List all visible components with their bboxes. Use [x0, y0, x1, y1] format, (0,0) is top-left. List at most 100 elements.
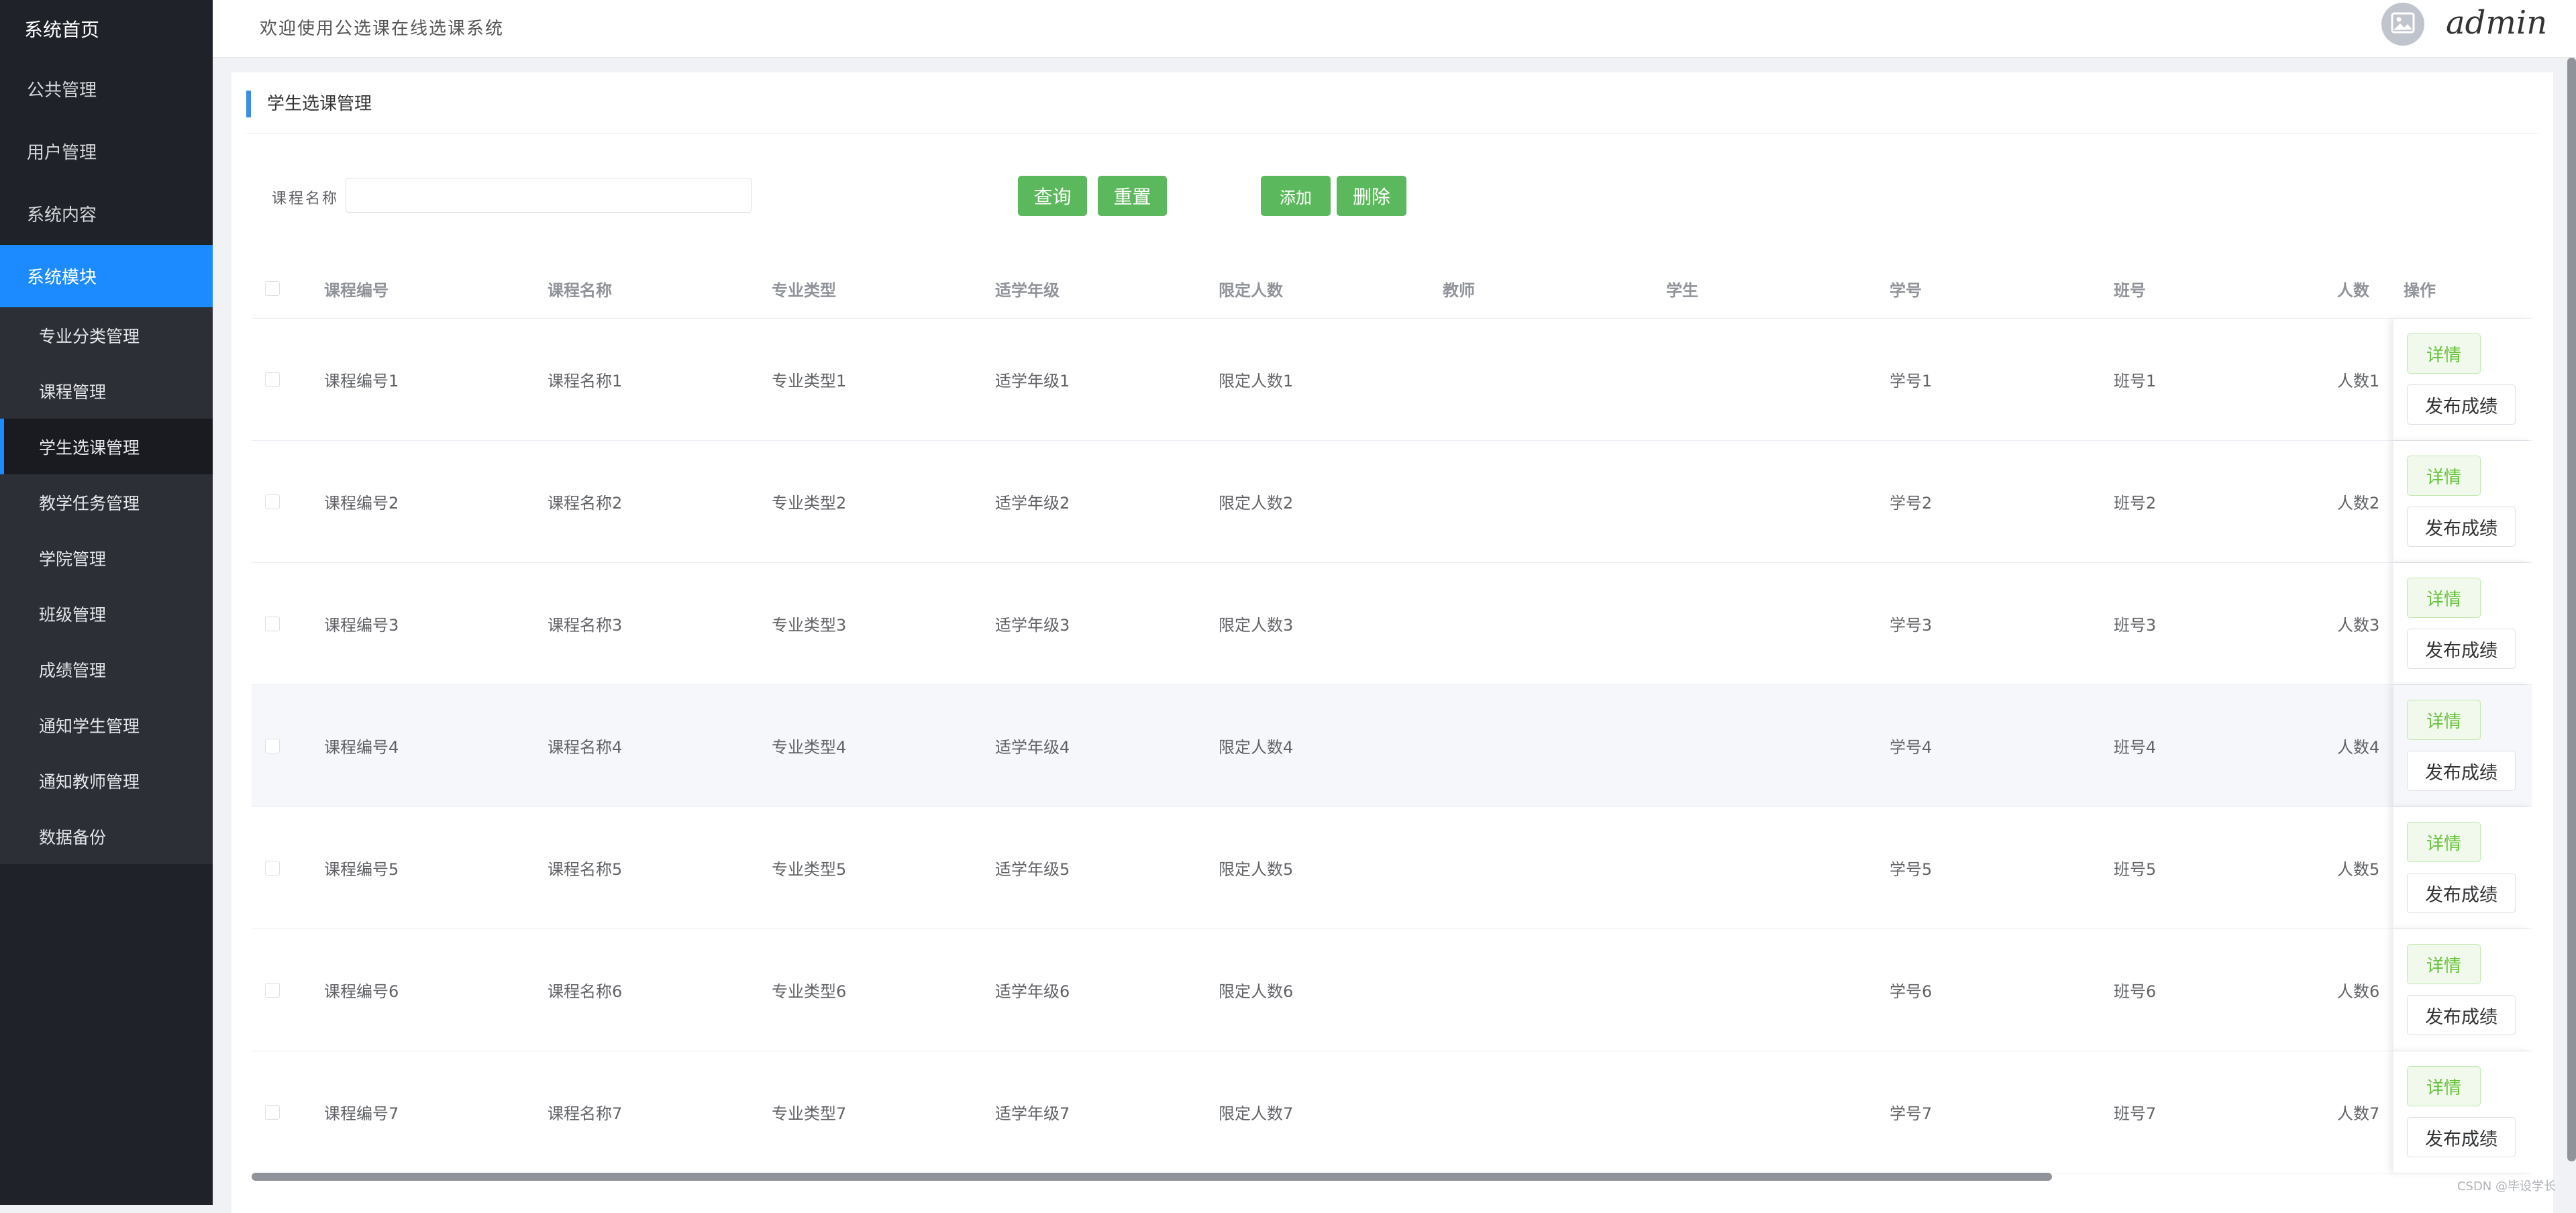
detail-button[interactable]: 详情 [2407, 456, 2481, 496]
sidebar-item-public[interactable]: 公共管理 [0, 58, 213, 120]
table-header: 课程编号 课程名称 专业类型 适学年级 限定人数 教师 学生 学号 班号 人数 操作 [252, 259, 2532, 319]
table-row[interactable]: 课程编号3 课程名称3 专业类型3 适学年级3 限定人数3 学号3 班号3 人数3 详情 发布成绩 [252, 563, 2532, 685]
sidebar-item-home[interactable]: 系统首页 [0, 0, 213, 58]
table-row[interactable]: 课程编号1 课程名称1 专业类型1 适学年级1 限定人数1 学号1 班号1 人数1 详情 发布成绩 [252, 319, 2532, 441]
cell-count: 人数4 [2337, 738, 2380, 757]
table-row[interactable]: 课程编号6 课程名称6 专业类型6 适学年级6 限定人数6 学号6 班号6 人数6 详情 发布成绩 [252, 929, 2532, 1051]
query-button[interactable]: 查询 [1018, 176, 1087, 216]
detail-button[interactable]: 详情 [2407, 1066, 2481, 1106]
cell-count: 人数5 [2337, 860, 2380, 879]
cell-course-name: 课程名称3 [548, 616, 623, 635]
avatar[interactable] [2381, 3, 2424, 46]
column-header-teacher: 教师 [1443, 280, 1475, 300]
cell-grade: 适学年级6 [995, 982, 1070, 1001]
cell-course-name: 课程名称2 [548, 494, 623, 513]
top-header: 欢迎使用公选课在线选课系统 admin [213, 0, 2576, 58]
cell-grade: 适学年级7 [995, 1104, 1070, 1123]
cell-course-name: 课程名称5 [548, 860, 623, 879]
cell-major-type: 专业类型7 [772, 1104, 847, 1123]
submenu-item-class[interactable]: 班级管理 [0, 586, 213, 641]
cell-limit: 限定人数5 [1219, 860, 1294, 879]
sidebar-item-label: 系统模块 [27, 268, 97, 288]
cell-class-no: 班号2 [2114, 494, 2157, 513]
submenu-item-student-selection[interactable]: 学生选课管理 [0, 419, 213, 474]
publish-grades-button[interactable]: 发布成绩 [2407, 629, 2516, 669]
table-row[interactable]: 课程编号5 课程名称5 专业类型5 适学年级5 限定人数5 学号5 班号5 人数5 详情 发布成绩 [252, 807, 2532, 929]
table-row[interactable]: 课程编号2 课程名称2 专业类型2 适学年级2 限定人数2 学号2 班号2 人数2 详情 发布成绩 [252, 441, 2532, 563]
submenu-item-notify-teachers[interactable]: 通知教师管理 [0, 753, 213, 808]
row-checkbox[interactable] [265, 1104, 280, 1120]
submenu-item-teaching-task[interactable]: 教学任务管理 [0, 474, 213, 530]
detail-button[interactable]: 详情 [2407, 944, 2481, 984]
cell-course-id: 课程编号6 [324, 982, 399, 1001]
submenu-item-notify-students[interactable]: 通知学生管理 [0, 697, 213, 753]
submenu-item-data-backup[interactable]: 数据备份 [0, 808, 213, 864]
cell-major-type: 专业类型6 [772, 982, 847, 1001]
publish-grades-button[interactable]: 发布成绩 [2407, 873, 2516, 913]
sidebar-item-users[interactable]: 用户管理 [0, 120, 213, 182]
select-all-checkbox[interactable] [265, 281, 280, 296]
cell-course-id: 课程编号2 [324, 494, 399, 513]
horizontal-scrollbar[interactable] [252, 1173, 2532, 1182]
submenu-item-course[interactable]: 课程管理 [0, 363, 213, 419]
cell-class-no: 班号5 [2114, 860, 2157, 879]
submenu-item-grades[interactable]: 成绩管理 [0, 641, 213, 697]
publish-grades-button[interactable]: 发布成绩 [2407, 384, 2516, 425]
column-header-course-id: 课程编号 [324, 280, 389, 300]
row-actions: 详情 发布成绩 [2393, 319, 2532, 440]
submenu-item-label: 教学任务管理 [39, 493, 140, 513]
column-header-student: 学生 [1666, 280, 1698, 300]
data-table: 课程编号 课程名称 专业类型 适学年级 限定人数 教师 学生 学号 班号 人数 操作 课程编号1 课程… [252, 259, 2532, 1173]
row-checkbox[interactable] [265, 982, 280, 998]
publish-grades-button[interactable]: 发布成绩 [2407, 995, 2516, 1035]
detail-button[interactable]: 详情 [2407, 700, 2481, 740]
detail-button[interactable]: 详情 [2407, 578, 2481, 618]
username[interactable]: admin [2446, 4, 2547, 42]
sidebar-item-label: 用户管理 [27, 143, 97, 163]
column-header-course-name: 课程名称 [548, 280, 612, 300]
row-checkbox[interactable] [265, 738, 280, 753]
cell-limit: 限定人数6 [1219, 982, 1294, 1001]
row-checkbox[interactable] [265, 494, 280, 509]
submenu-item-label: 学生选课管理 [39, 437, 140, 458]
row-checkbox[interactable] [265, 372, 280, 387]
cell-class-no: 班号1 [2114, 372, 2157, 390]
course-name-input[interactable] [346, 178, 752, 213]
cell-course-name: 课程名称7 [548, 1104, 623, 1123]
detail-button[interactable]: 详情 [2407, 333, 2481, 374]
sidebar-item-label: 系统首页 [24, 19, 100, 41]
reset-button[interactable]: 重置 [1098, 176, 1167, 216]
column-header-limit: 限定人数 [1219, 280, 1283, 300]
image-icon [2391, 12, 2415, 36]
row-checkbox[interactable] [265, 616, 280, 631]
submenu-item-label: 班级管理 [39, 604, 107, 625]
row-checkbox[interactable] [265, 860, 280, 876]
table-row[interactable]: 课程编号4 课程名称4 专业类型4 适学年级4 限定人数4 学号4 班号4 人数4 详情 发布成绩 [252, 685, 2532, 807]
publish-grades-button[interactable]: 发布成绩 [2407, 507, 2516, 547]
submenu-item-label: 成绩管理 [39, 660, 107, 680]
delete-button[interactable]: 删除 [1337, 176, 1406, 216]
table-row[interactable]: 课程编号7 课程名称7 专业类型7 适学年级7 限定人数7 学号7 班号7 人数7 详情 发布成绩 [252, 1051, 2532, 1173]
sidebar-item-modules[interactable]: 系统模块 [0, 245, 213, 307]
cell-class-no: 班号6 [2114, 982, 2157, 1001]
sidebar-item-content[interactable]: 系统内容 [0, 182, 213, 245]
divider [246, 133, 2538, 134]
horizontal-scrollbar-thumb[interactable] [252, 1173, 2052, 1181]
cell-major-type: 专业类型4 [772, 738, 847, 757]
row-actions: 详情 发布成绩 [2393, 685, 2532, 806]
cell-count: 人数6 [2337, 982, 2380, 1001]
submenu-item-label: 通知教师管理 [39, 772, 140, 792]
sidebar-item-label: 公共管理 [27, 81, 97, 101]
add-button[interactable]: 添加 [1261, 176, 1331, 216]
publish-grades-button[interactable]: 发布成绩 [2407, 751, 2516, 791]
publish-grades-button[interactable]: 发布成绩 [2407, 1117, 2516, 1157]
submenu-item-label: 数据备份 [39, 827, 107, 847]
submenu-item-major-category[interactable]: 专业分类管理 [0, 307, 213, 363]
welcome-text: 欢迎使用公选课在线选课系统 [260, 19, 505, 39]
vertical-scrollbar[interactable] [2567, 58, 2576, 1161]
submenu-item-label: 学院管理 [39, 549, 107, 569]
submenu-item-college[interactable]: 学院管理 [0, 530, 213, 586]
detail-button[interactable]: 详情 [2407, 822, 2481, 862]
row-actions: 详情 发布成绩 [2393, 807, 2532, 929]
cell-major-type: 专业类型5 [772, 860, 847, 879]
